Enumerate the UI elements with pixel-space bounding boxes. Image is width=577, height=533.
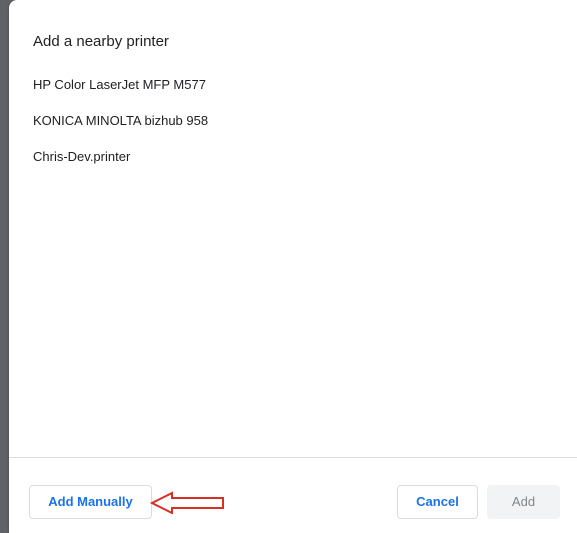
dialog-title: Add a nearby printer (33, 33, 169, 50)
add-nearby-printer-dialog: Add a nearby printer HP Color LaserJet M… (9, 0, 577, 533)
printer-item[interactable]: Chris-Dev.printer (33, 146, 130, 168)
footer-divider (9, 457, 577, 458)
printer-item[interactable]: KONICA MINOLTA bizhub 958 (33, 110, 208, 132)
add-button[interactable]: Add (487, 485, 560, 519)
add-manually-button[interactable]: Add Manually (29, 485, 152, 519)
red-arrow-annotation-icon (150, 491, 224, 514)
printer-item[interactable]: HP Color LaserJet MFP M577 (33, 74, 206, 96)
cancel-button[interactable]: Cancel (397, 485, 478, 519)
